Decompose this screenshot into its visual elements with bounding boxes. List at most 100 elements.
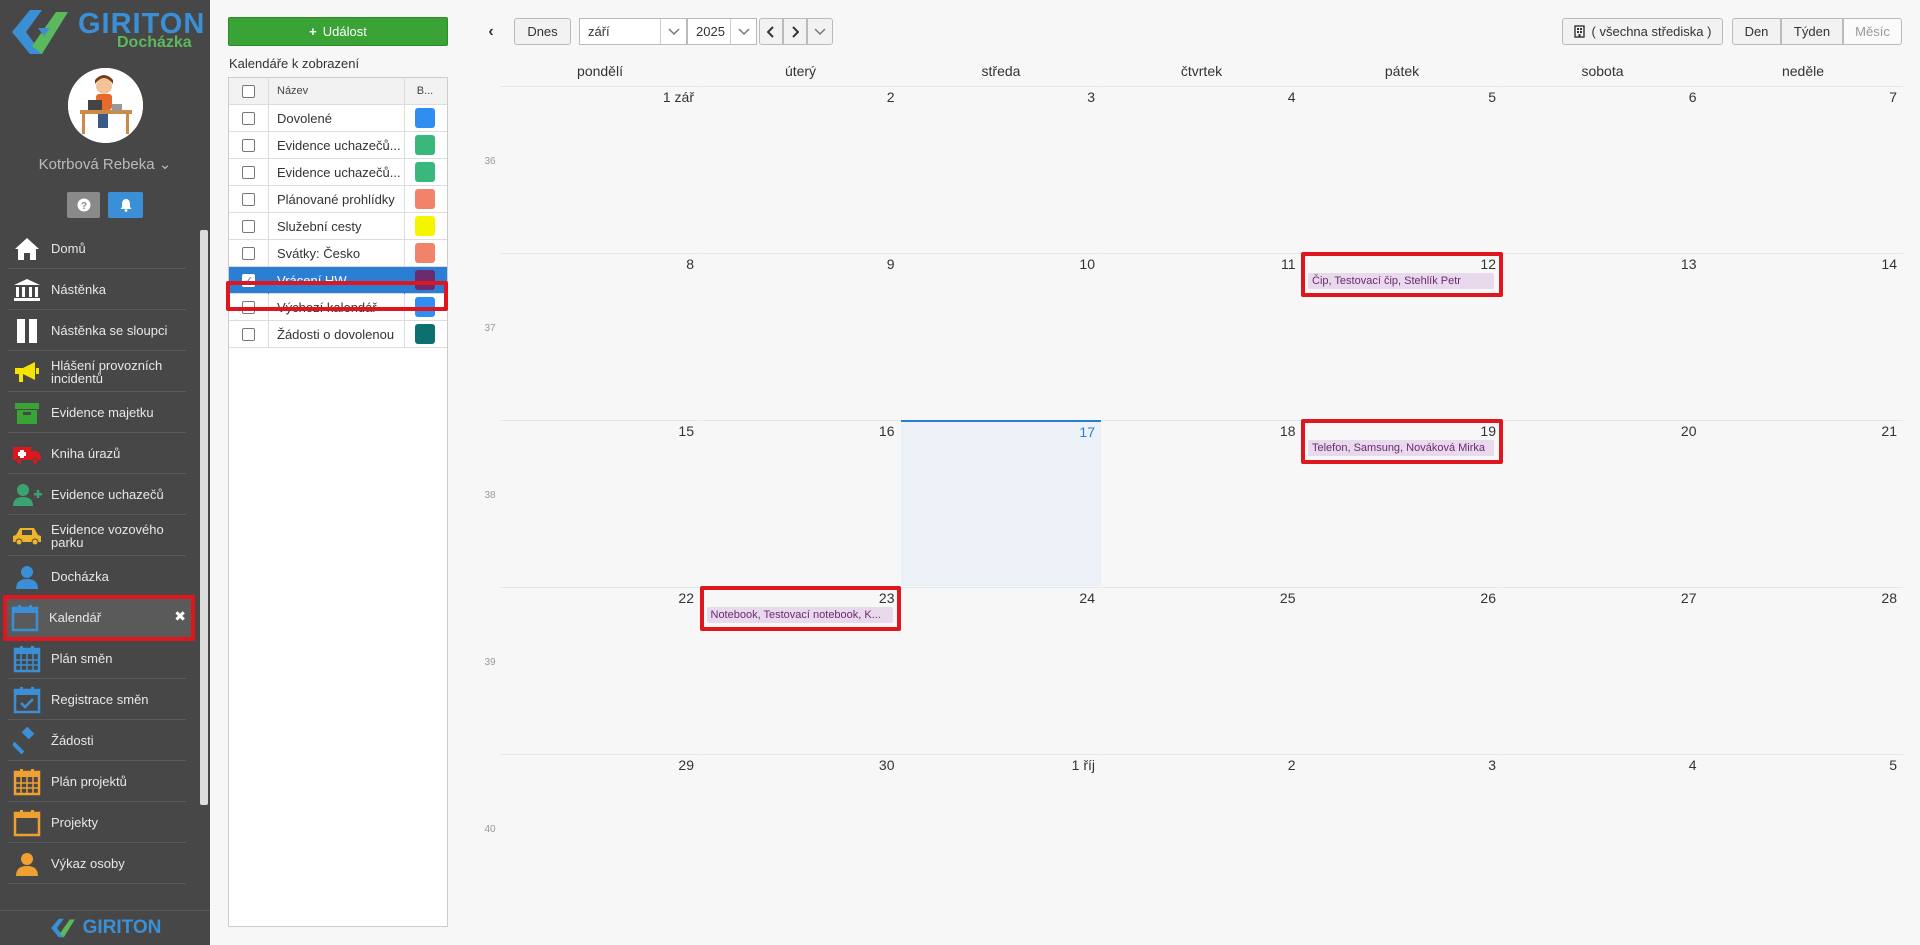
day-cell[interactable]: 24 (901, 587, 1101, 753)
day-cell[interactable]: 5 (1703, 754, 1903, 920)
calendar-checkbox[interactable] (229, 131, 269, 159)
day-number[interactable]: 5 (1889, 757, 1897, 773)
calendar-event[interactable]: Čip, Testovací čip, Stehlík Petr (1308, 273, 1494, 289)
day-number[interactable]: 16 (879, 423, 895, 439)
day-number[interactable]: 14 (1881, 256, 1897, 272)
day-number[interactable]: 6 (1689, 89, 1697, 105)
day-cell[interactable]: 21 (1703, 420, 1903, 586)
calendar-checkbox[interactable]: ✓ (229, 266, 269, 294)
year-select[interactable]: 2025 (687, 18, 757, 45)
help-button[interactable]: ? (67, 192, 100, 218)
calendar-list-row[interactable]: Služební cesty (229, 212, 447, 240)
day-cell[interactable]: 15 (500, 420, 700, 586)
add-event-button[interactable]: + Událost (228, 17, 448, 46)
day-number[interactable]: 3 (1488, 757, 1496, 773)
column-header-name[interactable]: Název (269, 77, 405, 105)
calendar-checkbox[interactable] (229, 293, 269, 321)
day-cell[interactable]: 1 zář (500, 86, 700, 252)
center-filter-button[interactable]: ( všechna střediska ) (1562, 18, 1723, 45)
day-number[interactable]: 15 (678, 423, 694, 439)
sidebar-item-nastenka[interactable]: Nástěnka (8, 270, 186, 310)
day-number[interactable]: 27 (1681, 590, 1697, 606)
calendar-color-swatch[interactable] (405, 159, 445, 186)
month-select[interactable]: září (579, 18, 687, 45)
day-number[interactable]: 2 (887, 89, 895, 105)
calendar-list-row[interactable]: Plánované prohlídky (229, 185, 447, 213)
collapse-panel-button[interactable]: ‹ (480, 18, 502, 45)
day-number[interactable]: 20 (1681, 423, 1697, 439)
day-cell[interactable]: 11 (1101, 253, 1302, 419)
day-number[interactable]: 21 (1881, 423, 1897, 439)
day-cell[interactable]: 14 (1703, 253, 1903, 419)
calendar-list-row[interactable]: Evidence uchazečů... (229, 131, 447, 159)
day-cell[interactable]: 30 (700, 754, 901, 920)
day-number[interactable]: 5 (1488, 89, 1496, 105)
sidebar-item-domu[interactable]: Domů (8, 229, 186, 269)
day-number[interactable]: 24 (1079, 590, 1095, 606)
day-number[interactable]: 1 říj (1072, 757, 1095, 773)
calendar-color-swatch[interactable] (405, 132, 445, 159)
today-button[interactable]: Dnes (514, 18, 571, 45)
day-number[interactable]: 29 (678, 757, 694, 773)
day-cell[interactable]: 9 (700, 253, 901, 419)
previous-month-button[interactable] (759, 18, 783, 45)
sidebar-scrollbar[interactable] (200, 230, 208, 805)
day-number[interactable]: 26 (1480, 590, 1496, 606)
day-cell[interactable]: 3 (901, 86, 1101, 252)
day-number[interactable]: 3 (1087, 89, 1095, 105)
calendar-list-row[interactable]: Svátky: Česko (229, 239, 447, 267)
day-number[interactable]: 9 (887, 256, 895, 272)
calendar-checkbox[interactable] (229, 158, 269, 186)
sidebar-item-kniha-urazu[interactable]: Kniha úrazů (8, 434, 186, 474)
day-number[interactable]: 17 (1079, 424, 1095, 440)
next-month-button[interactable] (783, 18, 807, 45)
day-cell[interactable]: 7 (1703, 86, 1903, 252)
day-cell[interactable]: 3 (1302, 754, 1502, 920)
day-number[interactable]: 2 (1288, 757, 1296, 773)
calendar-checkbox[interactable] (229, 239, 269, 267)
day-cell[interactable]: 1 říj (901, 754, 1101, 920)
calendar-event[interactable]: Telefon, Samsung, Nováková Mirka (1308, 440, 1494, 456)
user-menu[interactable]: Kotrbová Rebeka ⌄ (0, 155, 210, 173)
day-cell[interactable]: 18 (1101, 420, 1302, 586)
avatar[interactable] (68, 68, 143, 143)
sidebar-item-projekty[interactable]: Projekty (8, 803, 186, 843)
calendar-list-row[interactable]: Výchozí kalendář (229, 293, 447, 321)
day-cell[interactable]: 20 (1502, 420, 1703, 586)
calendar-list-row[interactable]: Dovolené (229, 104, 447, 132)
calendar-color-swatch[interactable] (405, 213, 445, 240)
calendar-color-swatch[interactable] (405, 267, 445, 294)
day-number[interactable]: 10 (1079, 256, 1095, 272)
calendar-checkbox[interactable] (229, 212, 269, 240)
sidebar-item-registrace-smen[interactable]: Registrace směn (8, 680, 186, 720)
day-number[interactable]: 22 (678, 590, 694, 606)
close-icon[interactable]: ✖ (174, 608, 186, 625)
calendar-list-row[interactable]: Evidence uchazečů... (229, 158, 447, 186)
sidebar-item-zadosti[interactable]: Žádosti (8, 721, 186, 761)
view-week-button[interactable]: Týden (1781, 18, 1843, 45)
calendar-color-swatch[interactable] (405, 321, 445, 348)
day-cell[interactable]: 6 (1502, 86, 1703, 252)
day-number[interactable]: 30 (879, 757, 895, 773)
day-number[interactable]: 1 zář (663, 89, 694, 105)
day-number[interactable]: 12 (1480, 256, 1496, 272)
day-cell[interactable]: 29 (500, 754, 700, 920)
day-cell[interactable]: 22 (500, 587, 700, 753)
calendar-color-swatch[interactable] (405, 240, 445, 267)
day-number[interactable]: 4 (1288, 89, 1296, 105)
day-cell[interactable]: 2 (700, 86, 901, 252)
day-cell[interactable]: 4 (1101, 86, 1302, 252)
day-cell[interactable]: 17 (901, 420, 1101, 586)
day-cell[interactable]: 8 (500, 253, 700, 419)
calendar-color-swatch[interactable] (405, 294, 445, 321)
day-cell[interactable]: 5 (1302, 86, 1502, 252)
calendar-list-row[interactable]: ✓ Vrácení HW (229, 266, 447, 294)
calendar-checkbox[interactable] (229, 320, 269, 348)
view-month-button[interactable]: Měsíc (1843, 18, 1902, 45)
day-number[interactable]: 19 (1480, 423, 1496, 439)
calendar-list-row[interactable]: Žádosti o dovolenou (229, 320, 447, 348)
sidebar-item-vozovy-park[interactable]: Evidence vozového parku (8, 516, 186, 556)
day-cell[interactable]: 26 (1302, 587, 1502, 753)
calendar-checkbox[interactable] (229, 185, 269, 213)
day-cell[interactable]: 10 (901, 253, 1101, 419)
